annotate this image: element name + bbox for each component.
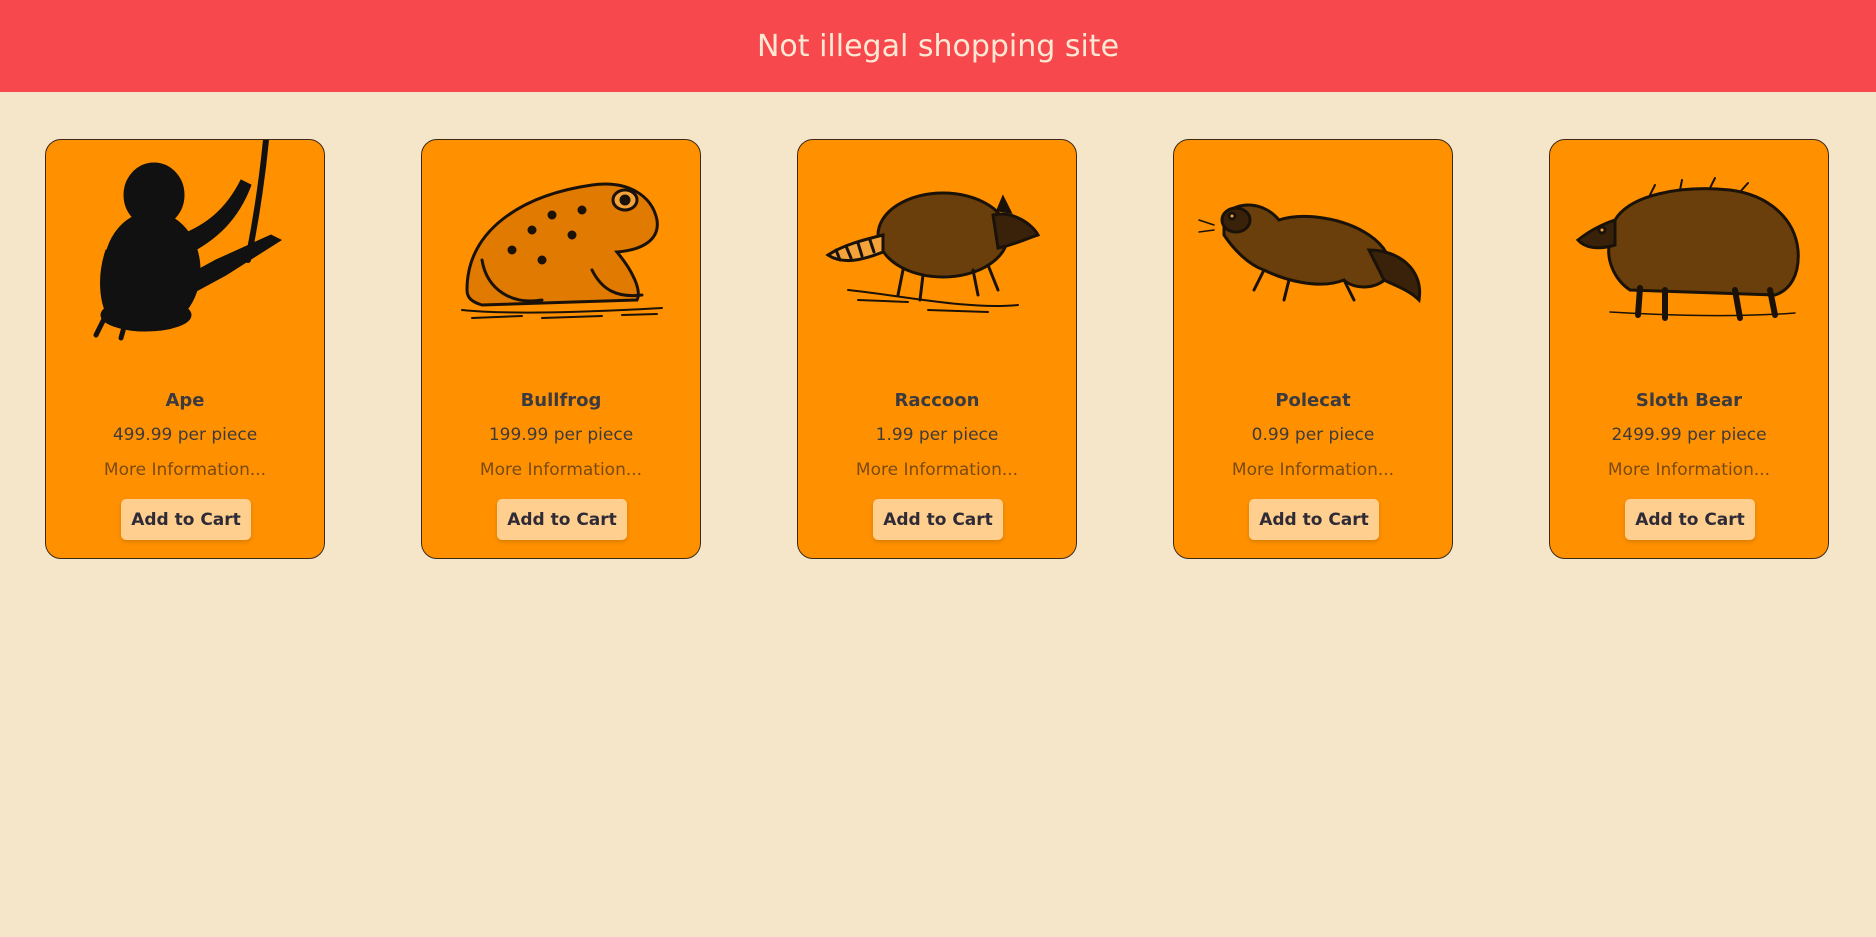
product-price: 199.99 per piece: [488, 425, 634, 445]
add-to-cart-button[interactable]: Add to Cart: [873, 499, 1003, 540]
product-card-ape: Ape 499.99 per piece More Information...…: [45, 139, 325, 559]
ape-illustration: [66, 140, 306, 380]
product-card-bullfrog: Bullfrog 199.99 per piece More Informati…: [421, 139, 701, 559]
more-information-link[interactable]: More Information...: [46, 460, 324, 480]
product-price: 2499.99 per piece: [1611, 425, 1767, 445]
more-information-link[interactable]: More Information...: [1550, 460, 1828, 480]
more-information-link[interactable]: More Information...: [1174, 460, 1452, 480]
more-information-link[interactable]: More Information...: [798, 460, 1076, 480]
product-price: 1.99 per piece: [875, 425, 999, 445]
more-information-link[interactable]: More Information...: [422, 460, 700, 480]
bullfrog-illustration: [442, 140, 682, 380]
add-to-cart-button[interactable]: Add to Cart: [121, 499, 251, 540]
product-price: 0.99 per piece: [1251, 425, 1375, 445]
product-price: 499.99 per piece: [112, 425, 258, 445]
product-name: Polecat: [1275, 390, 1351, 411]
product-card-sloth-bear: Sloth Bear 2499.99 per piece More Inform…: [1549, 139, 1829, 559]
product-name: Sloth Bear: [1635, 390, 1743, 411]
product-grid: Ape 499.99 per piece More Information...…: [0, 92, 1876, 937]
product-name: Ape: [165, 390, 205, 411]
raccoon-illustration: [818, 140, 1058, 380]
product-card-polecat: Polecat 0.99 per piece More Information.…: [1173, 139, 1453, 559]
product-name: Bullfrog: [520, 390, 602, 411]
polecat-illustration: [1194, 140, 1434, 380]
site-header: Not illegal shopping site: [0, 0, 1876, 92]
site-title: Not illegal shopping site: [756, 28, 1120, 64]
add-to-cart-button[interactable]: Add to Cart: [1249, 499, 1379, 540]
add-to-cart-button[interactable]: Add to Cart: [1625, 499, 1755, 540]
product-card-raccoon: Raccoon 1.99 per piece More Information.…: [797, 139, 1077, 559]
sloth-bear-illustration: [1570, 140, 1810, 380]
add-to-cart-button[interactable]: Add to Cart: [497, 499, 627, 540]
product-name: Raccoon: [894, 390, 980, 411]
